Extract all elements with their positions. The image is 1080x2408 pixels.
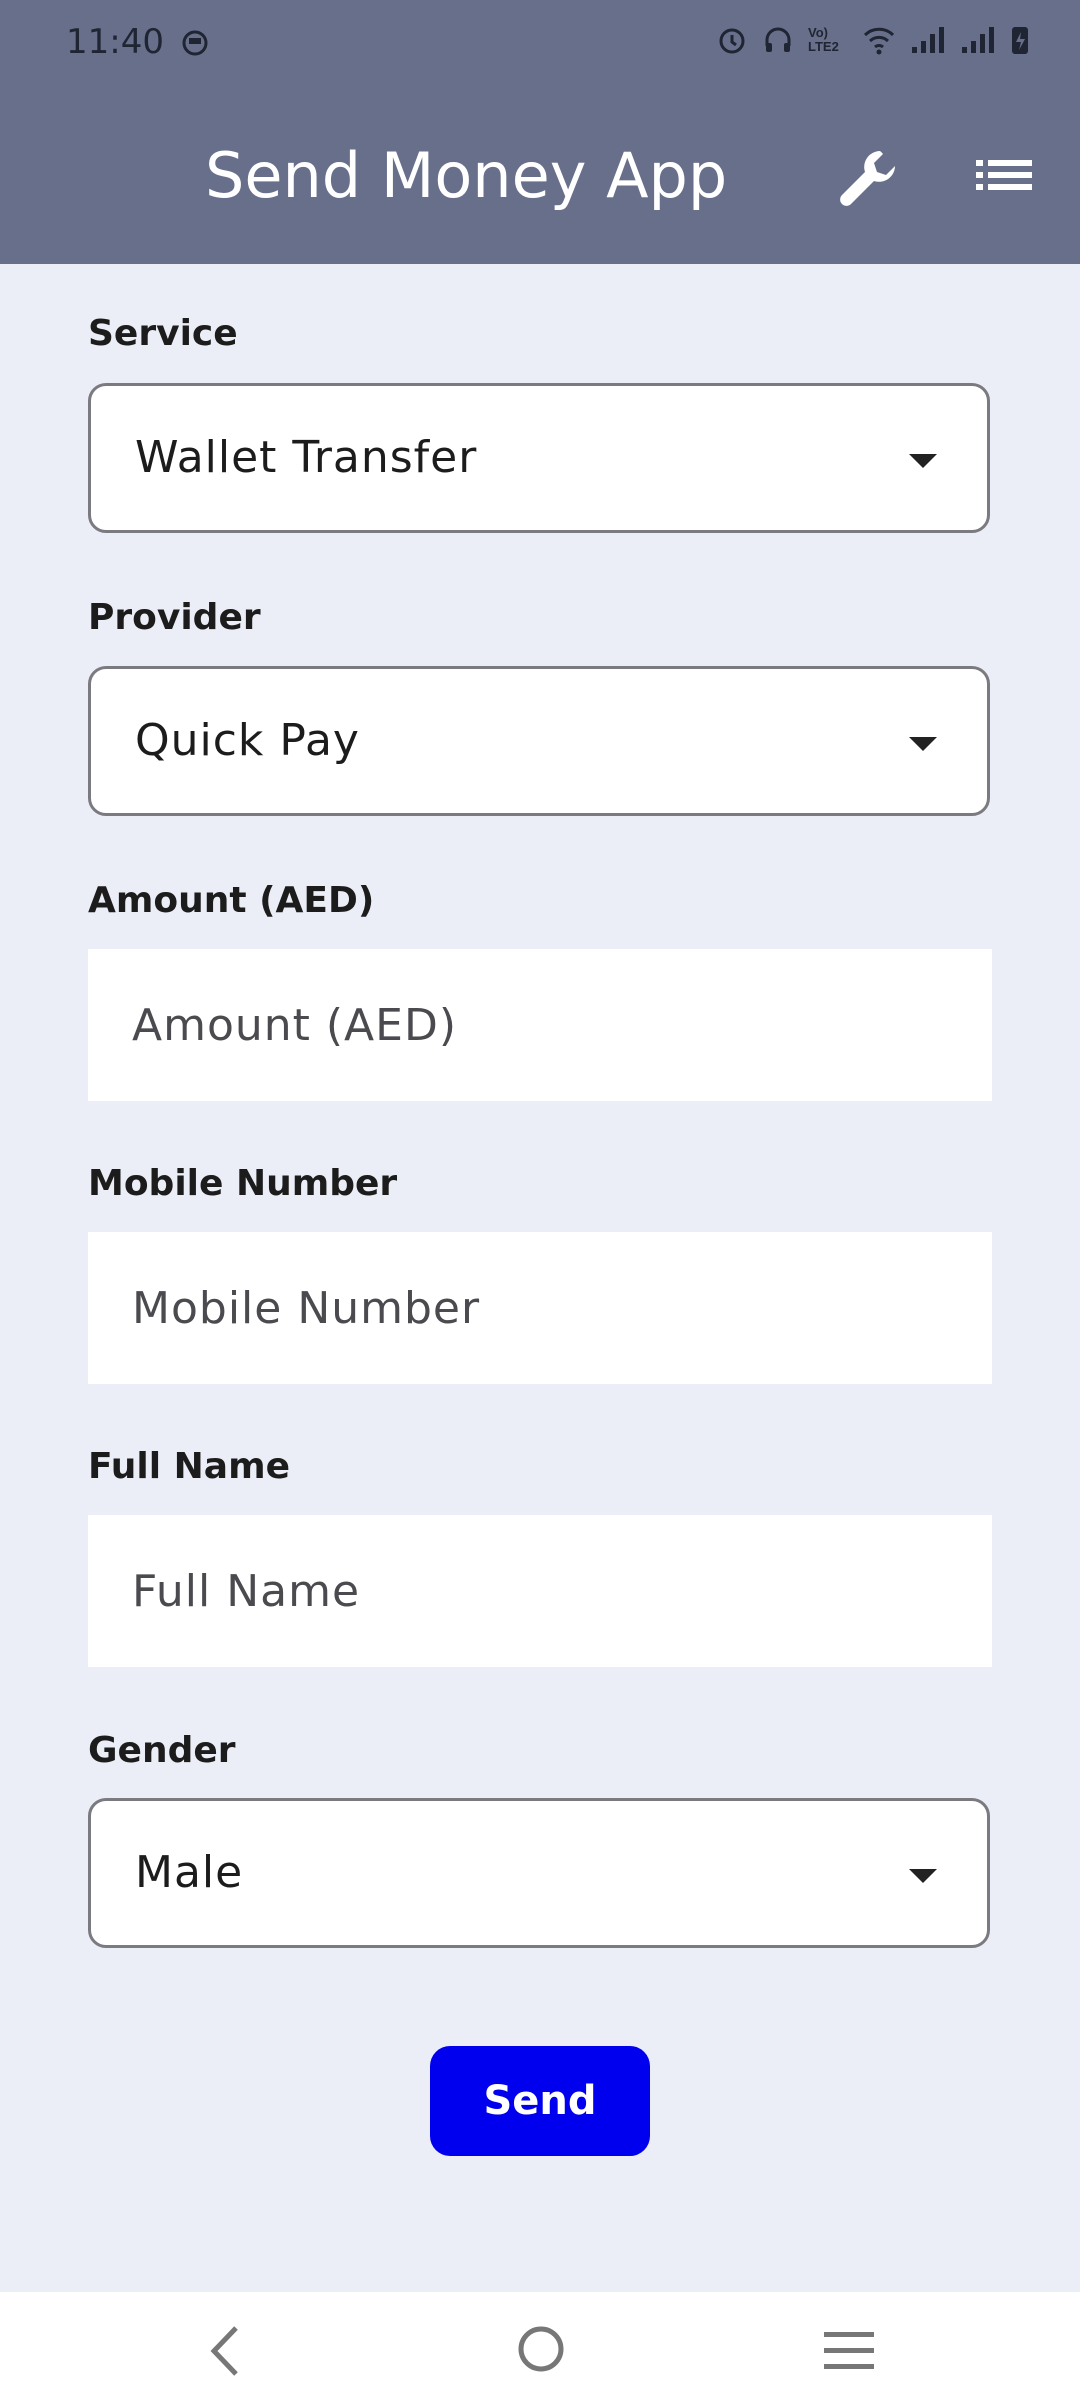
wifi-icon: [863, 27, 895, 55]
mobile-number-field[interactable]: [88, 1232, 992, 1384]
service-value: Wallet Transfer: [135, 432, 478, 483]
network-type-label: Vo) LTE2: [808, 25, 839, 54]
full-name-label: Full Name: [88, 1446, 290, 1487]
wrench-icon: [840, 151, 895, 206]
provider-label: Provider: [88, 597, 261, 638]
amount-label: Amount (AED): [88, 880, 375, 921]
notification-icon: [180, 28, 210, 63]
system-nav-bar: [0, 2292, 1080, 2408]
status-icons: Vo) LTE2: [716, 24, 1030, 56]
gender-label: Gender: [88, 1730, 236, 1771]
back-icon[interactable]: [206, 2324, 246, 2383]
send-button[interactable]: Send: [430, 2046, 650, 2156]
signal-icon-2: [962, 27, 994, 53]
status-time: 11:40: [66, 22, 164, 62]
service-label: Service: [88, 313, 238, 354]
gender-dropdown[interactable]: Male: [88, 1798, 990, 1948]
full-name-field[interactable]: [88, 1515, 992, 1667]
settings-button[interactable]: [836, 145, 902, 211]
mobile-number-label: Mobile Number: [88, 1163, 398, 1204]
home-icon[interactable]: [516, 2322, 566, 2381]
provider-value: Quick Pay: [135, 715, 360, 766]
alarm-icon: [719, 28, 745, 54]
battery-icon: [1012, 27, 1028, 54]
chevron-down-icon: [909, 454, 937, 468]
chevron-down-icon: [909, 737, 937, 751]
amount-field[interactable]: [88, 949, 992, 1101]
signal-icon-1: [912, 27, 944, 53]
headphones-icon: [765, 27, 791, 52]
provider-dropdown[interactable]: Quick Pay: [88, 666, 990, 816]
list-menu-button[interactable]: [974, 150, 1034, 206]
service-dropdown[interactable]: Wallet Transfer: [88, 383, 990, 533]
page-title: Send Money App: [205, 139, 728, 212]
chevron-down-icon: [909, 1869, 937, 1883]
list-icon: [976, 160, 1032, 190]
recent-apps-icon[interactable]: [822, 2328, 876, 2379]
app-bar: 11:40 Vo) LTE2 Send Money App: [0, 0, 1080, 264]
gender-value: Male: [135, 1847, 244, 1898]
